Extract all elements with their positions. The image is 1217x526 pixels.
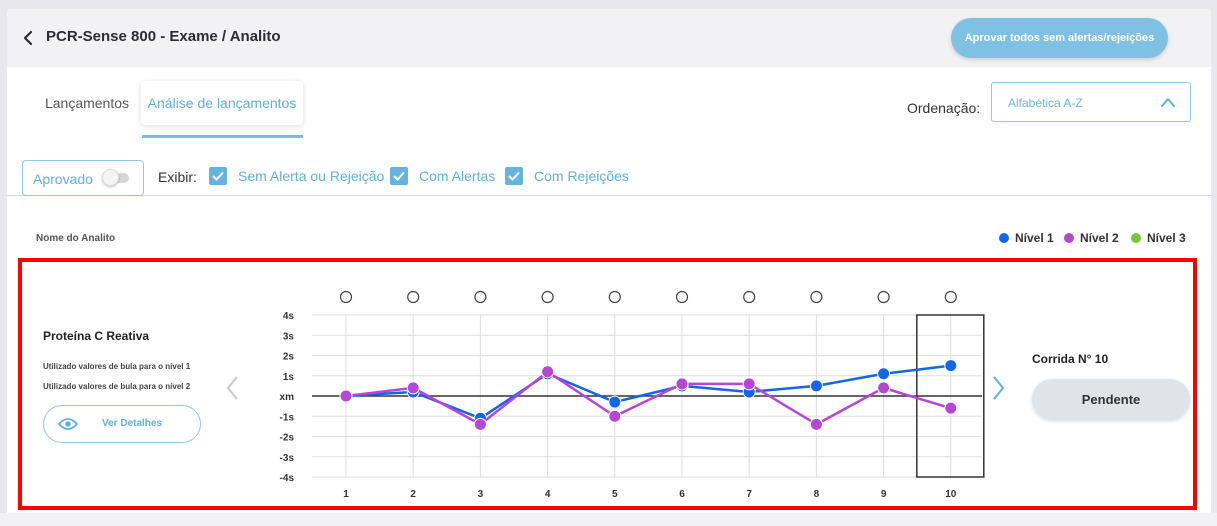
page-title: PCR-Sense 800 - Exame / Analito: [46, 28, 281, 45]
approved-toggle[interactable]: Aprovado: [22, 160, 144, 196]
x-tick-label: 3: [478, 489, 484, 500]
levey-jennings-chart: 4s 3s 2s 1s xm -1s -2s -3s -4s 1 2 3 4 5 6 7 8 9 10: [280, 290, 985, 500]
series-line: [345, 364, 951, 420]
ordering-value: Alfabética A-Z: [1008, 96, 1083, 110]
data-point: [406, 381, 420, 395]
back-arrow-icon[interactable]: [19, 28, 39, 48]
run-marker-circle: [608, 290, 621, 304]
legend-label: Nível 2: [1080, 231, 1119, 245]
data-point: [541, 365, 555, 379]
filters-bar: Aprovado Exibir: Sem Alerta ou Rejeição …: [7, 157, 1211, 197]
data-point: [877, 367, 891, 381]
tab-bar: Lançamentos Análise de lançamentos Orden…: [7, 67, 1211, 196]
tab-analise-lancamentos[interactable]: Análise de lançamentos: [141, 81, 303, 125]
active-tab-indicator: [142, 135, 303, 138]
checkmark-icon: [505, 167, 523, 185]
data-point: [608, 395, 622, 409]
tab-lancamentos[interactable]: Lançamentos: [27, 81, 147, 125]
run-marker-circle: [877, 290, 890, 304]
x-tick-label: 9: [881, 489, 887, 500]
legend-dot: [999, 233, 1009, 243]
legend-nivel-2: Nível 2: [1064, 230, 1119, 246]
run-marker-circle: [810, 290, 823, 304]
x-tick-label: 8: [814, 489, 820, 500]
run-marker-circle: [474, 290, 487, 304]
x-tick-label: 1: [343, 489, 349, 500]
legend-dot: [1064, 233, 1074, 243]
x-tick-label: 4: [545, 489, 551, 500]
analyte-card: Proteína C Reativa Utilizado valores de …: [18, 258, 1197, 510]
data-point: [675, 377, 689, 391]
legend-label: Nível 3: [1147, 231, 1186, 245]
run-number-label: Corrida N° 10: [1032, 352, 1109, 366]
data-point: [809, 379, 823, 393]
run-marker-circle: [675, 290, 689, 304]
data-point: [944, 401, 958, 415]
section-label: Nome do Analito: [36, 233, 116, 244]
y-tick-label: -2s: [280, 433, 295, 444]
ordering-select[interactable]: Alfabética A-Z: [991, 82, 1191, 122]
y-tick-label: -4s: [280, 473, 295, 484]
y-tick-label: xm: [280, 392, 295, 403]
analyte-note: Utilizado valores de bula para o nível 1: [43, 362, 191, 371]
checkbox-com-alertas[interactable]: Com Alertas: [390, 165, 495, 187]
legend-nivel-1: Nível 1: [999, 230, 1054, 246]
y-tick-label: 1s: [283, 372, 295, 383]
approved-label: Aprovado: [33, 171, 93, 187]
page-header: PCR-Sense 800 - Exame / Analito Aprovar …: [7, 9, 1211, 67]
approve-all-button[interactable]: Aprovar todos sem alertas/rejeições: [951, 18, 1168, 58]
run-marker-circle: [944, 290, 957, 304]
checkbox-label: Com Alertas: [419, 168, 496, 184]
checkmark-icon: [209, 167, 227, 185]
x-tick-label: 5: [612, 489, 618, 500]
legend-nivel-3: Nível 3: [1131, 230, 1186, 246]
run-marker-circle: [743, 290, 756, 304]
data-point: [809, 417, 823, 431]
y-tick-label: 4s: [283, 311, 295, 322]
data-point: [608, 409, 622, 423]
view-details-button[interactable]: Ver Detalhes: [43, 405, 201, 443]
data-point: [742, 377, 756, 391]
x-tick-label: 7: [746, 489, 752, 500]
view-details-label: Ver Detalhes: [102, 418, 163, 429]
data-point: [473, 417, 487, 431]
pending-status-button[interactable]: Pendente: [1032, 379, 1190, 419]
toggle-knob: [102, 169, 119, 186]
analyte-note: Utilizado valores de bula para o nível 2: [43, 382, 191, 391]
legend-dot: [1131, 233, 1141, 243]
run-marker-circle: [407, 290, 420, 304]
data-point: [944, 359, 958, 373]
run-marker-circle: [339, 290, 353, 304]
eye-icon: [58, 418, 78, 430]
bottom-strip: [0, 513, 1217, 526]
checkbox-label: Sem Alerta ou Rejeição: [238, 168, 385, 184]
y-tick-label: 2s: [283, 352, 295, 363]
run-marker-circle: [541, 290, 554, 304]
checkbox-sem-alerta[interactable]: Sem Alerta ou Rejeição: [209, 165, 384, 187]
chevron-up-icon: [1161, 98, 1175, 107]
x-tick-label: 2: [410, 489, 416, 500]
y-tick-label: 3s: [283, 331, 295, 342]
app-window: PCR-Sense 800 - Exame / Analito Aprovar …: [7, 9, 1211, 526]
show-label: Exibir:: [158, 169, 197, 185]
checkbox-label: Com Rejeições: [534, 168, 629, 184]
legend-label: Nível 1: [1015, 231, 1054, 245]
data-point: [339, 389, 353, 403]
analyte-name: Proteína C Reativa: [43, 329, 150, 343]
checkbox-com-rejeicoes[interactable]: Com Rejeições: [505, 165, 629, 187]
data-point: [877, 381, 891, 395]
y-tick-label: -3s: [280, 453, 295, 464]
chevron-right-icon[interactable]: [990, 375, 1006, 401]
x-tick-label: 10: [945, 489, 957, 500]
x-tick-label: 6: [679, 489, 685, 500]
ordering-label: Ordenação:: [907, 100, 981, 116]
checkmark-icon: [390, 167, 408, 185]
y-tick-label: -1s: [280, 412, 295, 423]
